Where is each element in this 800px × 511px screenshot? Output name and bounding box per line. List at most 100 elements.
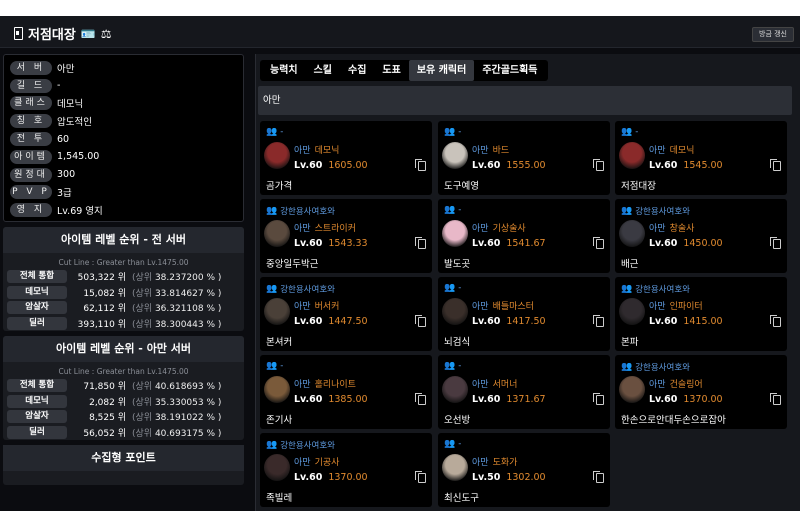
character-card[interactable]: 👥 - 아만 기상술사 Lv.60 1541.67 발도곳 [438,199,610,273]
collection-points: 수집형 포인트 [3,445,244,485]
item-level: 1545.00 [683,160,723,171]
copy-icon[interactable] [770,315,781,327]
item-level: 1541.67 [506,238,546,249]
server-name: 아만 [294,458,311,468]
server-name: 아만 [649,146,666,156]
class-name: 홀리나이트 [314,380,356,390]
info-label: P V P [10,185,52,200]
character-card[interactable]: 👥 - 아만 데모닉 Lv.60 1545.00 저점대장 [615,121,787,195]
class-name: 스트라이커 [314,224,356,234]
copy-icon[interactable] [415,393,426,405]
rank-number: 8,525 위 [89,413,126,424]
copy-icon[interactable] [770,237,781,249]
character-card[interactable]: 👥 강한용사여호와 아만 스트라이커 Lv.60 1543.33 중앙일두박근 [260,199,432,273]
rank-percent: (상위 36.321108 % ) [132,304,222,315]
rank-class: 데모닉 [7,285,67,299]
copy-icon[interactable] [770,159,781,171]
copy-icon[interactable] [770,393,781,405]
rank-percent-prefix: (상위 [132,397,155,408]
class-name: 인파이터 [669,302,703,312]
rank-number: 62,112 위 [83,304,126,315]
rank-class: 암살자 [7,301,67,315]
char-level: Lv.60 [472,160,501,171]
rank-server: 아이템 레벨 순위 - 아만 서버 Cut Line : Greater tha… [3,336,244,440]
avatar [442,454,468,481]
character-name: 본파 [621,337,639,348]
rank-class: 암살자 [7,410,67,424]
class-name: 데모닉 [669,146,695,156]
info-value: 아만 [57,63,75,75]
character-card[interactable]: 👥 - 아만 데모닉 Lv.60 1605.00 곰가격 [260,121,432,195]
server-class: 아만 도화가 [472,455,517,468]
character-card[interactable]: 👥 - 아만 홀리나이트 Lv.60 1385.00 존기사 [260,355,432,429]
class-name: 도화가 [492,458,518,468]
character-card[interactable]: 👥 - 아만 바드 Lv.60 1555.00 도구예영 [438,121,610,195]
copy-icon[interactable] [593,393,604,405]
server-name: 아만 [294,380,311,390]
server-class: 아만 바드 [472,143,509,156]
copy-icon[interactable] [415,315,426,327]
guild-row: 👥 - [444,361,461,371]
copy-icon[interactable] [593,159,604,171]
rank-percent: (상위 38.191022 % ) [132,413,222,424]
copy-icon[interactable] [593,471,604,483]
guild-name: 강한용사여호와 [635,285,690,295]
page: 저점대장 🪪 ⚖ 방금 갱신 서 버 아만 길 드 - 클래스 데모닉 칭 호 압도적인 전 투… [0,16,800,511]
users-icon: 👥 [444,361,456,371]
copy-icon[interactable] [593,315,604,327]
character-card[interactable]: 👥 - 아만 배틀마스터 Lv.60 1417.50 뇌검식 [438,277,610,351]
rank-percent-prefix: (상위 [132,382,155,393]
rank-row: 전체 통합 503,322 위 (상위 38.237200 % ) [3,269,244,285]
tab-6[interactable]: 주간골드획득 [474,60,545,81]
tab-3[interactable]: 수집 [340,60,374,81]
guild-name: - [280,361,284,371]
rank-number: 393,110 위 [77,319,126,330]
guild-name: 강한용사여호와 [635,207,690,217]
guild-name: 강한용사여호와 [280,207,335,217]
char-level: Lv.60 [649,394,678,405]
tab-2[interactable]: 스킬 [306,60,340,81]
copy-icon[interactable] [415,237,426,249]
guild-row: 👥 강한용사여호와 [266,205,335,217]
character-card[interactable]: 👥 강한용사여호와 아만 건슬링어 Lv.60 1370.00 한손으로안대두손으로잡아 [615,355,787,429]
server-class: 아만 배틀마스터 [472,299,534,312]
rank-percent: (상위 35.330053 % ) [132,397,222,408]
copy-icon[interactable] [415,471,426,483]
tab-4[interactable]: 도표 [374,60,408,81]
character-card[interactable]: 👥 강한용사여호와 아만 기공사 Lv.60 1370.00 족빌레 [260,433,432,507]
refresh-button[interactable]: 방금 갱신 [752,27,794,42]
server-class: 아만 기공사 [294,455,339,468]
avatar [442,376,468,403]
info-label: 아이템 [10,149,52,164]
users-icon: 👥 [444,205,456,215]
info-value: 60 [57,133,70,145]
character-name: 저점대장 [621,181,656,192]
bookmark-icon[interactable] [14,27,23,40]
guild-row: 👥 강한용사여호와 [621,283,690,295]
character-card[interactable]: 👥 강한용사여호와 아만 창술사 Lv.60 1450.00 배근 [615,199,787,273]
character-card[interactable]: 👥 강한용사여호와 아만 버서커 Lv.60 1447.50 본셔커 [260,277,432,351]
character-name: 저점대장 [28,28,76,43]
tab-1[interactable]: 능력치 [262,60,306,81]
class-name: 바드 [492,146,510,156]
char-level: Lv.60 [649,316,678,327]
collection-title: 수집형 포인트 [3,445,244,471]
avatar [619,376,645,403]
character-card[interactable]: 👥 - 아만 서머너 Lv.60 1371.67 오선방 [438,355,610,429]
users-icon: 👥 [444,127,456,137]
users-icon: 👥 [266,361,278,371]
users-icon: 👥 [621,127,633,137]
level-row: Lv.60 1541.67 [472,238,546,249]
character-card[interactable]: 👥 강한용사여호와 아만 인파이터 Lv.60 1415.00 본파 [615,277,787,351]
copy-icon[interactable] [415,159,426,171]
tab-5[interactable]: 보유 캐릭터 [408,60,475,81]
server-name: 아만 [294,302,311,312]
guild-row: 👥 - [444,205,461,215]
copy-icon[interactable] [593,237,604,249]
server-name: 아만 [294,224,311,234]
left-column: 서 버 아만 길 드 - 클래스 데모닉 칭 호 압도적인 전 투 60 아이템 1,545.00 원정… [3,54,244,485]
guild-name: - [635,127,639,137]
guild-name: - [458,283,462,293]
character-card[interactable]: 👥 - 아만 도화가 Lv.50 1302.00 최신도구 [438,433,610,507]
character-name: 곰가격 [266,181,293,192]
